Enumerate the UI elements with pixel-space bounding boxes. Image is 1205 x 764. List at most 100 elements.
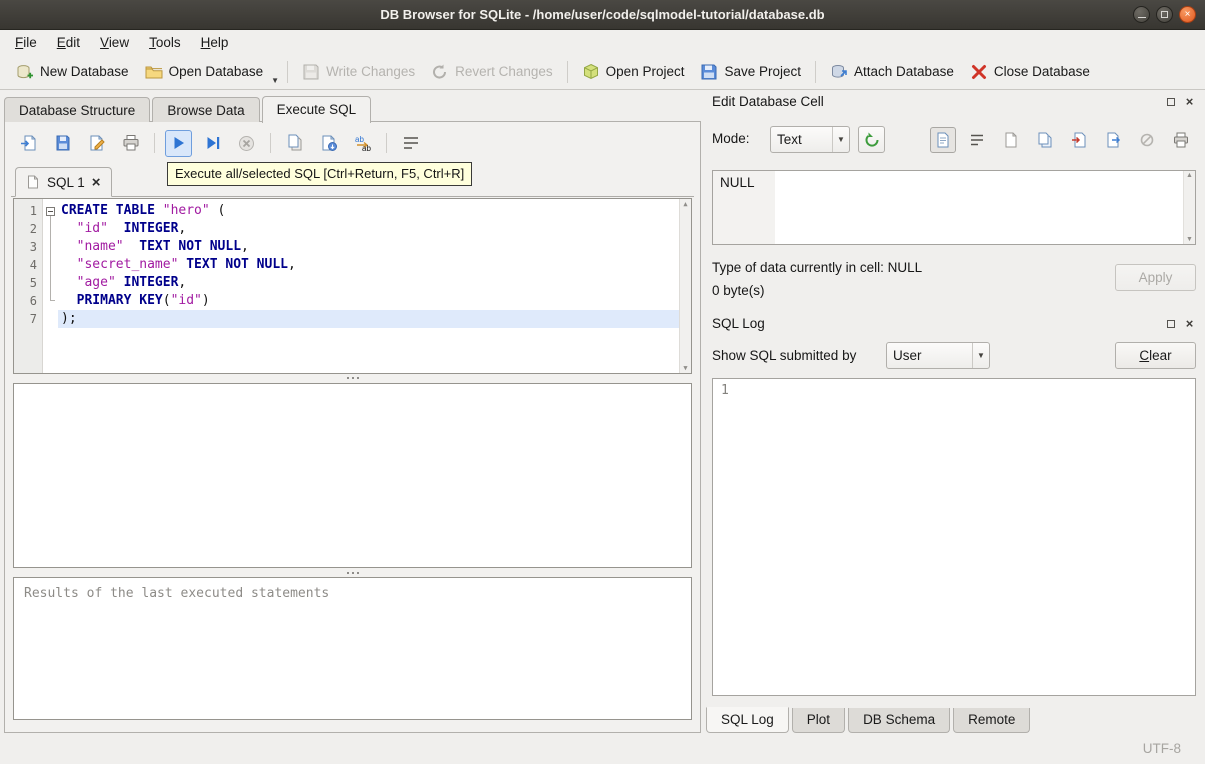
code-line-4[interactable]: "secret_name" TEXT NOT NULL, bbox=[58, 256, 691, 274]
write-changes-label: Write Changes bbox=[326, 64, 416, 79]
attach-database-button[interactable]: Attach Database bbox=[822, 58, 962, 86]
clear-button-label: Clear bbox=[1139, 348, 1172, 363]
tab-execute-sql[interactable]: Execute SQL bbox=[261, 96, 372, 123]
revert-changes-button[interactable]: Revert Changes bbox=[423, 58, 561, 86]
fold-collapse-icon[interactable] bbox=[46, 206, 55, 216]
minimize-button[interactable] bbox=[1133, 6, 1150, 23]
float-icon bbox=[1166, 97, 1175, 106]
sql-tab-close-icon[interactable]: × bbox=[92, 175, 101, 190]
save-project-button[interactable]: Save Project bbox=[692, 58, 809, 86]
dock-close-button[interactable]: × bbox=[1183, 317, 1196, 330]
menu-file[interactable]: File bbox=[5, 32, 47, 53]
open-database-button[interactable]: Open Database bbox=[137, 58, 272, 86]
new-database-button[interactable]: New Database bbox=[8, 58, 137, 86]
code-token: "name" bbox=[76, 239, 124, 254]
svg-text:ab: ab bbox=[355, 135, 364, 144]
close-button[interactable]: × bbox=[1179, 6, 1196, 23]
line-number: 4 bbox=[29, 258, 37, 272]
new-database-label: New Database bbox=[40, 64, 129, 79]
execute-current-line-button[interactable] bbox=[199, 130, 226, 157]
new-sql-tab-button[interactable] bbox=[281, 130, 308, 157]
execute-sql-panel: ab ab SQL 1 × 1 2 3 4 5 6 7 CREATE TABLE "hero"… bbox=[4, 121, 701, 733]
code-token: , bbox=[178, 275, 187, 290]
tab-database-structure[interactable]: Database Structure bbox=[4, 97, 151, 122]
open-project-button[interactable]: Open Project bbox=[574, 58, 693, 86]
splitter-handle[interactable] bbox=[13, 570, 692, 576]
export-cell-data-icon bbox=[1107, 132, 1121, 148]
open-database-icon bbox=[145, 66, 163, 78]
main-toolbar: New Database Open Database ▼ Write Chang… bbox=[0, 54, 1205, 90]
open-sql-file-button[interactable] bbox=[15, 130, 42, 157]
copy-cell-button[interactable] bbox=[1032, 127, 1058, 153]
attach-database-label: Attach Database bbox=[854, 64, 954, 79]
tooltip-text: Execute all/selected SQL [Ctrl+Return, F… bbox=[175, 166, 465, 181]
dock-close-button[interactable]: × bbox=[1183, 95, 1196, 108]
cell-editor-scrollbar[interactable]: ▲ ▼ bbox=[1183, 171, 1195, 244]
revert-changes-icon bbox=[433, 64, 447, 79]
export-results-button[interactable] bbox=[315, 130, 342, 157]
export-cell-data-button[interactable] bbox=[1100, 127, 1126, 153]
stop-execution-button[interactable] bbox=[233, 130, 260, 157]
save-sql-file-button[interactable] bbox=[49, 130, 76, 157]
code-line-2[interactable]: "id" INTEGER, bbox=[58, 220, 691, 238]
results-message-pane[interactable]: Results of the last executed statements bbox=[13, 577, 692, 720]
menu-view[interactable]: View bbox=[90, 32, 139, 53]
execute-all-button[interactable] bbox=[165, 129, 192, 157]
dock-tab-plot[interactable]: Plot bbox=[791, 708, 846, 733]
results-grid-pane[interactable] bbox=[13, 383, 692, 568]
code-line-3[interactable]: "name" TEXT NOT NULL, bbox=[58, 238, 691, 256]
print-cell-button[interactable] bbox=[1168, 127, 1194, 153]
word-wrap-icon bbox=[403, 137, 418, 149]
open-database-dropdown-icon[interactable]: ▼ bbox=[271, 76, 281, 89]
dock-float-button[interactable] bbox=[1164, 95, 1177, 108]
save-sql-file-as-button[interactable] bbox=[83, 130, 110, 157]
menu-tools[interactable]: Tools bbox=[139, 32, 191, 53]
code-line-7[interactable]: ); bbox=[58, 310, 691, 328]
print-sql-button[interactable] bbox=[117, 130, 144, 157]
code-line-6[interactable]: PRIMARY KEY("id") bbox=[58, 292, 691, 310]
dock-float-button[interactable] bbox=[1164, 317, 1177, 330]
text-view-button[interactable] bbox=[930, 127, 956, 153]
save-project-label: Save Project bbox=[724, 64, 802, 79]
find-replace-button[interactable]: ab ab bbox=[349, 130, 376, 157]
auto-switch-mode-icon bbox=[865, 132, 879, 147]
code-line-1[interactable]: CREATE TABLE "hero" ( bbox=[58, 202, 691, 220]
word-wrap-cell-button[interactable] bbox=[964, 127, 990, 153]
editor-scrollbar[interactable]: ▲ ▼ bbox=[679, 199, 691, 373]
sql-editor-tab[interactable]: SQL 1 × bbox=[15, 167, 112, 197]
auto-switch-mode-button[interactable] bbox=[858, 126, 885, 153]
editor-code[interactable]: CREATE TABLE "hero" ( "id" INTEGER, "nam… bbox=[58, 199, 691, 373]
dock-tab-db-schema[interactable]: DB Schema bbox=[848, 708, 951, 733]
editor-fold-column[interactable] bbox=[43, 199, 58, 373]
sql-toolbar-separator bbox=[386, 133, 387, 153]
open-in-editor-button[interactable] bbox=[998, 127, 1024, 153]
sql-log-area[interactable]: 1 bbox=[712, 378, 1196, 696]
code-line-5[interactable]: "age" INTEGER, bbox=[58, 274, 691, 292]
menu-edit[interactable]: Edit bbox=[47, 32, 90, 53]
tab-browse-data[interactable]: Browse Data bbox=[152, 97, 260, 122]
import-cell-data-button[interactable] bbox=[1066, 127, 1092, 153]
close-database-button[interactable]: Close Database bbox=[962, 58, 1098, 86]
mode-combo[interactable]: Text ▼ bbox=[770, 126, 850, 153]
editor-line-numbers: 1 2 3 4 5 6 7 bbox=[14, 199, 43, 373]
log-filter-combo[interactable]: User ▼ bbox=[886, 342, 990, 369]
code-token: TEXT NOT NULL bbox=[186, 257, 288, 272]
apply-button[interactable]: Apply bbox=[1115, 264, 1196, 291]
close-icon: × bbox=[1184, 9, 1191, 20]
cell-value-editor[interactable]: NULL ▲ ▼ bbox=[712, 170, 1196, 245]
splitter-handle[interactable] bbox=[13, 375, 692, 381]
menu-bar: File Edit View Tools Help bbox=[0, 30, 1205, 54]
set-null-button[interactable] bbox=[1134, 127, 1160, 153]
word-wrap-button[interactable] bbox=[397, 130, 424, 157]
clear-log-button[interactable]: Clear bbox=[1115, 342, 1196, 369]
cell-size-info: 0 byte(s) bbox=[712, 283, 765, 298]
dock-tab-remote[interactable]: Remote bbox=[953, 708, 1031, 733]
write-changes-button[interactable]: Write Changes bbox=[294, 58, 423, 86]
menu-help[interactable]: Help bbox=[191, 32, 239, 53]
maximize-button[interactable] bbox=[1156, 6, 1173, 23]
dock-tab-sql-log[interactable]: SQL Log bbox=[706, 707, 789, 733]
code-token: "id" bbox=[170, 293, 202, 308]
sql-editor[interactable]: 1 2 3 4 5 6 7 CREATE TABLE "hero" ( "id" INTEG… bbox=[13, 198, 692, 374]
